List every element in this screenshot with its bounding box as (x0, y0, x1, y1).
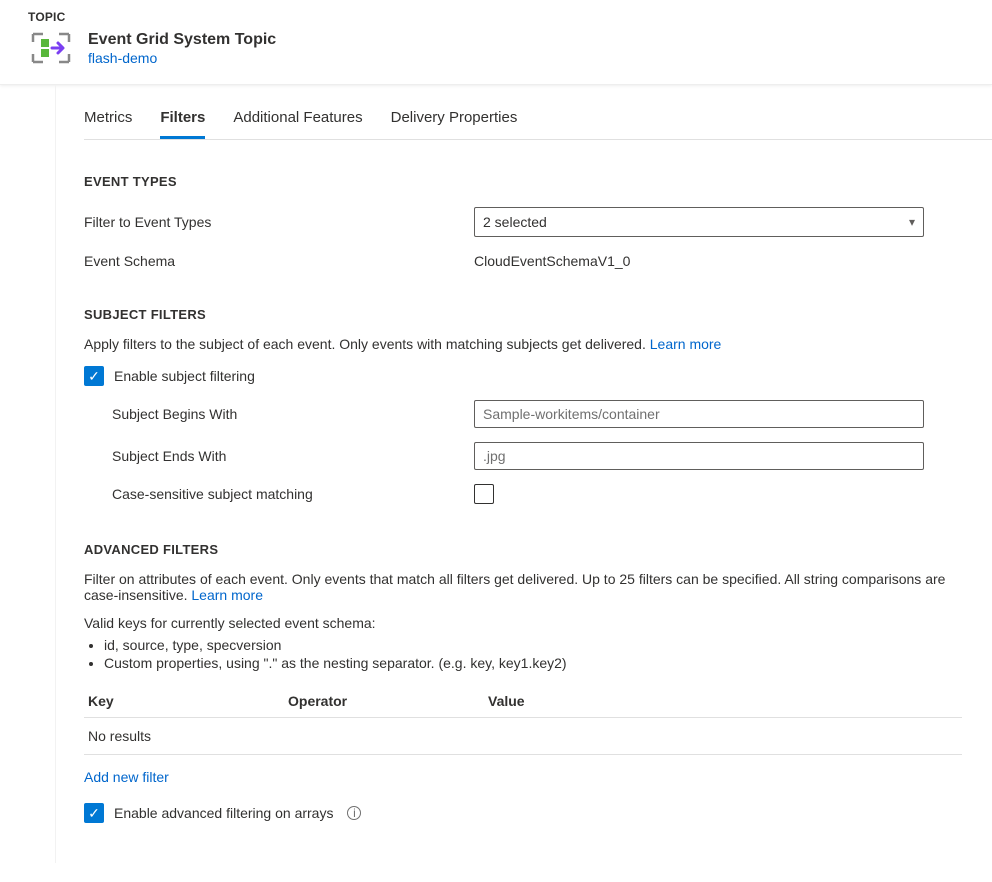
subject-learn-more-link[interactable]: Learn more (650, 336, 722, 352)
info-icon[interactable]: i (347, 806, 361, 820)
chevron-down-icon: ▾ (909, 215, 915, 229)
event-schema-value: CloudEventSchemaV1_0 (474, 253, 630, 269)
advanced-filters-desc: Filter on attributes of each event. Only… (84, 571, 962, 603)
tab-delivery-properties[interactable]: Delivery Properties (391, 97, 518, 139)
col-key: Key (88, 693, 288, 709)
topic-resource-link[interactable]: flash-demo (88, 50, 276, 66)
enable-subject-filtering-label: Enable subject filtering (114, 368, 255, 384)
valid-keys-item: id, source, type, specversion (104, 637, 962, 653)
event-grid-topic-icon (28, 28, 74, 68)
topic-title: Event Grid System Topic (88, 31, 276, 49)
filter-event-types-label: Filter to Event Types (84, 214, 474, 230)
enable-advanced-arrays-checkbox[interactable]: ✓ (84, 803, 104, 823)
case-sensitive-label: Case-sensitive subject matching (112, 486, 474, 502)
valid-keys-list: id, source, type, specversion Custom pro… (104, 637, 962, 671)
enable-advanced-arrays-label: Enable advanced filtering on arrays (114, 805, 333, 821)
check-icon: ✓ (88, 369, 100, 383)
advanced-filters-table-header: Key Operator Value (84, 685, 962, 718)
subject-begins-with-label: Subject Begins With (112, 406, 474, 422)
enable-subject-filtering-checkbox[interactable]: ✓ (84, 366, 104, 386)
subject-begins-with-input[interactable] (474, 400, 924, 428)
no-results-row: No results (84, 718, 962, 755)
subject-ends-with-input[interactable] (474, 442, 924, 470)
valid-keys-intro: Valid keys for currently selected event … (84, 615, 962, 631)
filter-event-types-value: 2 selected (483, 214, 547, 230)
advanced-filters-title: ADVANCED FILTERS (84, 542, 962, 557)
subject-filters-desc: Apply filters to the subject of each eve… (84, 336, 962, 352)
topic-label: TOPIC (28, 10, 964, 24)
add-new-filter-link[interactable]: Add new filter (84, 769, 169, 785)
col-operator: Operator (288, 693, 488, 709)
tab-filters[interactable]: Filters (160, 97, 205, 139)
event-types-title: EVENT TYPES (84, 174, 962, 189)
filter-event-types-select[interactable]: 2 selected ▾ (474, 207, 924, 237)
tab-bar: Metrics Filters Additional Features Deli… (84, 97, 992, 140)
subject-filters-title: SUBJECT FILTERS (84, 307, 962, 322)
left-gutter (0, 85, 56, 863)
subject-ends-with-label: Subject Ends With (112, 448, 474, 464)
check-icon: ✓ (88, 806, 100, 820)
advanced-learn-more-link[interactable]: Learn more (191, 587, 263, 603)
section-advanced-filters: ADVANCED FILTERS Filter on attributes of… (84, 542, 992, 823)
section-event-types: EVENT TYPES Filter to Event Types 2 sele… (84, 174, 992, 273)
col-value: Value (488, 693, 958, 709)
case-sensitive-checkbox[interactable] (474, 484, 494, 504)
section-subject-filters: SUBJECT FILTERS Apply filters to the sub… (84, 307, 992, 508)
tab-additional-features[interactable]: Additional Features (233, 97, 362, 139)
tab-metrics[interactable]: Metrics (84, 97, 132, 139)
topic-header: TOPIC Event Grid System Topic flash-demo (0, 0, 992, 85)
event-schema-label: Event Schema (84, 253, 474, 269)
valid-keys-item: Custom properties, using "." as the nest… (104, 655, 962, 671)
